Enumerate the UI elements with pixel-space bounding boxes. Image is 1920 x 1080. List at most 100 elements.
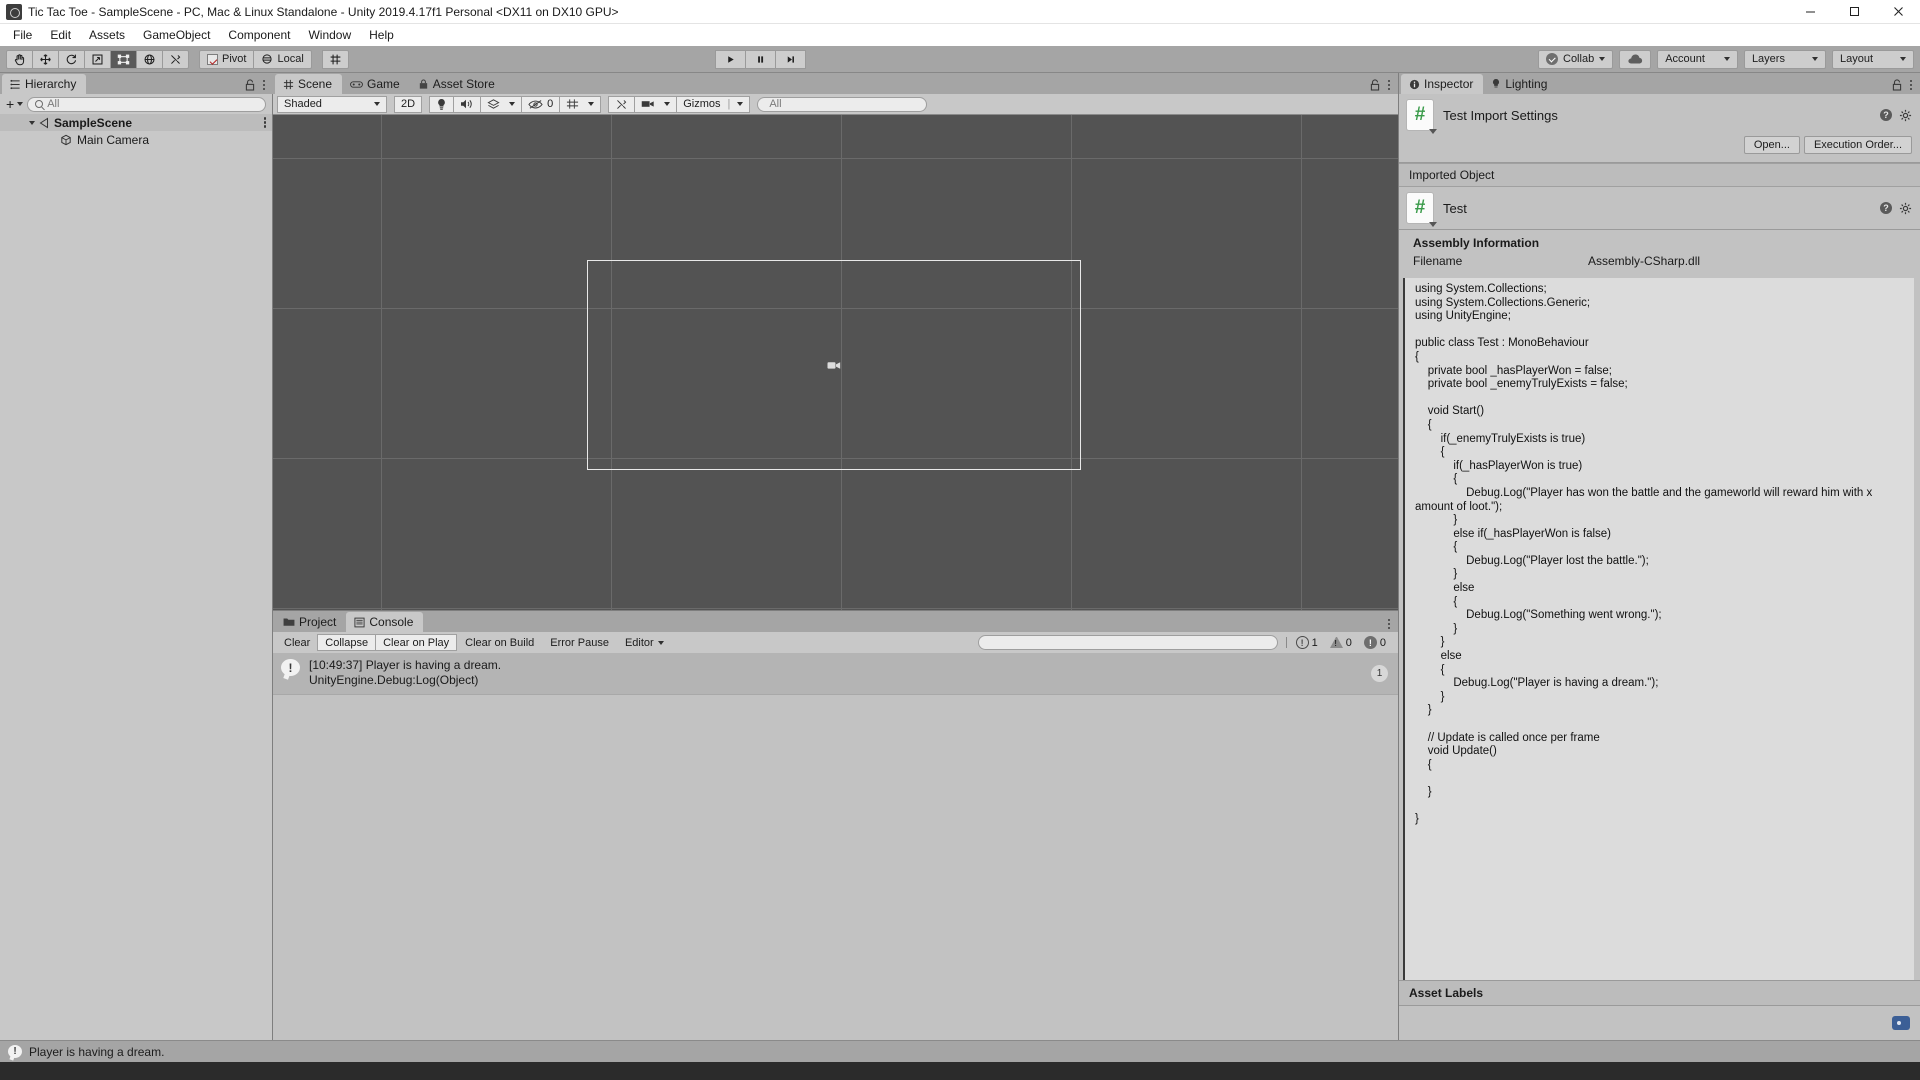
scene-canvas[interactable] xyxy=(273,115,1398,610)
scene-audio-toggle[interactable] xyxy=(453,95,482,113)
tab-project[interactable]: Project xyxy=(275,612,346,632)
hierarchy-create-button[interactable]: + xyxy=(6,96,24,112)
pause-button[interactable] xyxy=(744,49,776,69)
asset-labels-section-label: Asset Labels xyxy=(1399,980,1920,1006)
menu-item-assets[interactable]: Assets xyxy=(80,25,134,45)
imported-object-row[interactable]: # Test ? xyxy=(1399,187,1920,230)
pivot-toggle-button[interactable]: Pivot xyxy=(199,49,255,69)
close-button[interactable] xyxy=(1876,0,1920,24)
rect-tool-button[interactable] xyxy=(110,49,137,69)
menu-item-component[interactable]: Component xyxy=(219,25,299,45)
maximize-button[interactable] xyxy=(1832,0,1876,24)
transform-tool-button[interactable] xyxy=(136,49,163,69)
tab-hierarchy[interactable]: Hierarchy xyxy=(2,74,87,94)
hand-tool-button[interactable] xyxy=(6,49,33,69)
console-menu-icon[interactable] xyxy=(1387,618,1390,629)
scale-tool-button[interactable] xyxy=(84,49,111,69)
play-button[interactable] xyxy=(714,49,746,69)
shading-mode-dropdown[interactable]: Shaded xyxy=(277,95,387,113)
log-entry-count: 1 xyxy=(1371,664,1388,682)
tab-lighting[interactable]: Lighting xyxy=(1483,74,1557,94)
layout-button[interactable]: Layout xyxy=(1831,49,1914,69)
scene-tabstrip: Scene Game Asset Store xyxy=(273,73,1398,94)
move-tool-button[interactable] xyxy=(32,49,59,69)
account-button[interactable]: Account xyxy=(1657,49,1738,69)
rotate-tool-button[interactable] xyxy=(58,49,85,69)
scene-gizmo-tools-button[interactable] xyxy=(608,95,636,113)
hierarchy-item-samplescene[interactable]: SampleScene xyxy=(0,114,272,131)
hierarchy-tabstrip: Hierarchy xyxy=(0,73,273,94)
cloud-button[interactable] xyxy=(1619,49,1652,69)
gear-icon[interactable] xyxy=(1899,202,1912,215)
editor-dropdown[interactable]: Editor xyxy=(617,634,672,651)
inspector-menu-icon[interactable] xyxy=(1909,79,1912,91)
custom-tool-button[interactable] xyxy=(162,49,189,69)
scene-grid-visibility-dropdown[interactable] xyxy=(559,95,602,113)
hierarchy-search-input[interactable]: All xyxy=(27,96,266,112)
hierarchy-toolbar: + All xyxy=(0,94,272,114)
lock-icon[interactable] xyxy=(1892,79,1902,91)
toggle-2d-button[interactable]: 2D xyxy=(394,95,423,113)
lock-icon[interactable] xyxy=(1370,79,1380,91)
console-search-input[interactable] xyxy=(977,635,1278,650)
gizmos-dropdown[interactable]: Gizmos | xyxy=(676,95,751,113)
console-tabstrip: Project Console xyxy=(273,611,1398,632)
label-tag-icon[interactable] xyxy=(1892,1016,1910,1030)
console-panel: Project Console Clear Collapse Clear on … xyxy=(273,610,1398,1040)
execution-order-button[interactable]: Execution Order... xyxy=(1803,136,1912,154)
expand-arrow-icon[interactable] xyxy=(29,120,35,125)
collab-label: Collab xyxy=(1563,53,1595,65)
collapse-button[interactable]: Collapse xyxy=(317,634,377,651)
clear-on-play-button[interactable]: Clear on Play xyxy=(375,634,458,651)
error-counter[interactable]: ! 1 xyxy=(1291,634,1323,651)
tab-project-label: Project xyxy=(299,615,337,629)
scene-hidden-objects-toggle[interactable]: 0 xyxy=(521,95,561,113)
collab-button[interactable]: Collab xyxy=(1538,49,1614,69)
scene-search-input[interactable]: All xyxy=(757,96,928,112)
center-column: Scene Game Asset Store Shaded 2D 0 Gizmo… xyxy=(273,73,1398,1040)
console-tab-tools xyxy=(1387,618,1399,633)
log-entry-text: [10:49:37] Player is having a dream. Uni… xyxy=(309,658,501,688)
open-button[interactable]: Open... xyxy=(1743,136,1800,154)
menu-item-help[interactable]: Help xyxy=(360,25,403,45)
scene-menu-icon[interactable] xyxy=(263,117,266,128)
console-log-entry[interactable]: ! [10:49:37] Player is having a dream. U… xyxy=(273,653,1398,695)
grid-line-h xyxy=(273,158,1398,159)
menu-item-file[interactable]: File xyxy=(4,25,41,45)
scene-camera-settings-dropdown[interactable] xyxy=(634,95,678,113)
help-icon[interactable]: ? xyxy=(1880,109,1892,121)
tab-asset-store[interactable]: Asset Store xyxy=(410,74,505,94)
tab-console[interactable]: Console xyxy=(346,612,424,632)
clear-button[interactable]: Clear xyxy=(276,634,318,651)
layers-button[interactable]: Layers xyxy=(1743,49,1826,69)
help-icon[interactable]: ? xyxy=(1880,202,1892,214)
step-button[interactable] xyxy=(774,49,806,69)
tab-game[interactable]: Game xyxy=(342,74,410,94)
scene-fx-dropdown[interactable] xyxy=(480,95,523,113)
inspector-tabstrip: Inspector Lighting xyxy=(1399,73,1920,94)
status-bar[interactable]: ! Player is having a dream. xyxy=(0,1040,1920,1062)
local-toggle-button[interactable]: Local xyxy=(253,49,312,69)
main-camera-gizmo[interactable] xyxy=(827,360,841,371)
grid-snap-button[interactable] xyxy=(321,49,349,69)
gear-icon[interactable] xyxy=(1899,109,1912,122)
lock-icon[interactable] xyxy=(245,79,255,91)
menu-item-gameobject[interactable]: GameObject xyxy=(134,25,219,45)
info-counter[interactable]: ! 0 xyxy=(1359,634,1391,651)
tab-inspector[interactable]: Inspector xyxy=(1401,74,1484,94)
hierarchy-item-main-camera[interactable]: Main Camera xyxy=(0,131,272,148)
menu-item-window[interactable]: Window xyxy=(299,25,360,45)
warning-counter[interactable]: 0 xyxy=(1325,634,1357,651)
tab-scene[interactable]: Scene xyxy=(275,74,343,94)
scene-lighting-toggle[interactable] xyxy=(429,95,455,113)
clear-on-build-button[interactable]: Clear on Build xyxy=(457,634,542,651)
error-pause-button[interactable]: Error Pause xyxy=(542,634,617,651)
hierarchy-menu-icon[interactable] xyxy=(262,79,265,91)
window-title: Tic Tac Toe - SampleScene - PC, Mac & Li… xyxy=(28,4,619,19)
scene-panel-menu-icon[interactable] xyxy=(1387,79,1390,91)
menu-item-edit[interactable]: Edit xyxy=(41,25,80,45)
console-log-list[interactable]: ! [10:49:37] Player is having a dream. U… xyxy=(273,653,1398,1040)
status-message: Player is having a dream. xyxy=(29,1044,165,1059)
minimize-button[interactable] xyxy=(1788,0,1832,24)
chevron-down-icon xyxy=(17,102,24,106)
